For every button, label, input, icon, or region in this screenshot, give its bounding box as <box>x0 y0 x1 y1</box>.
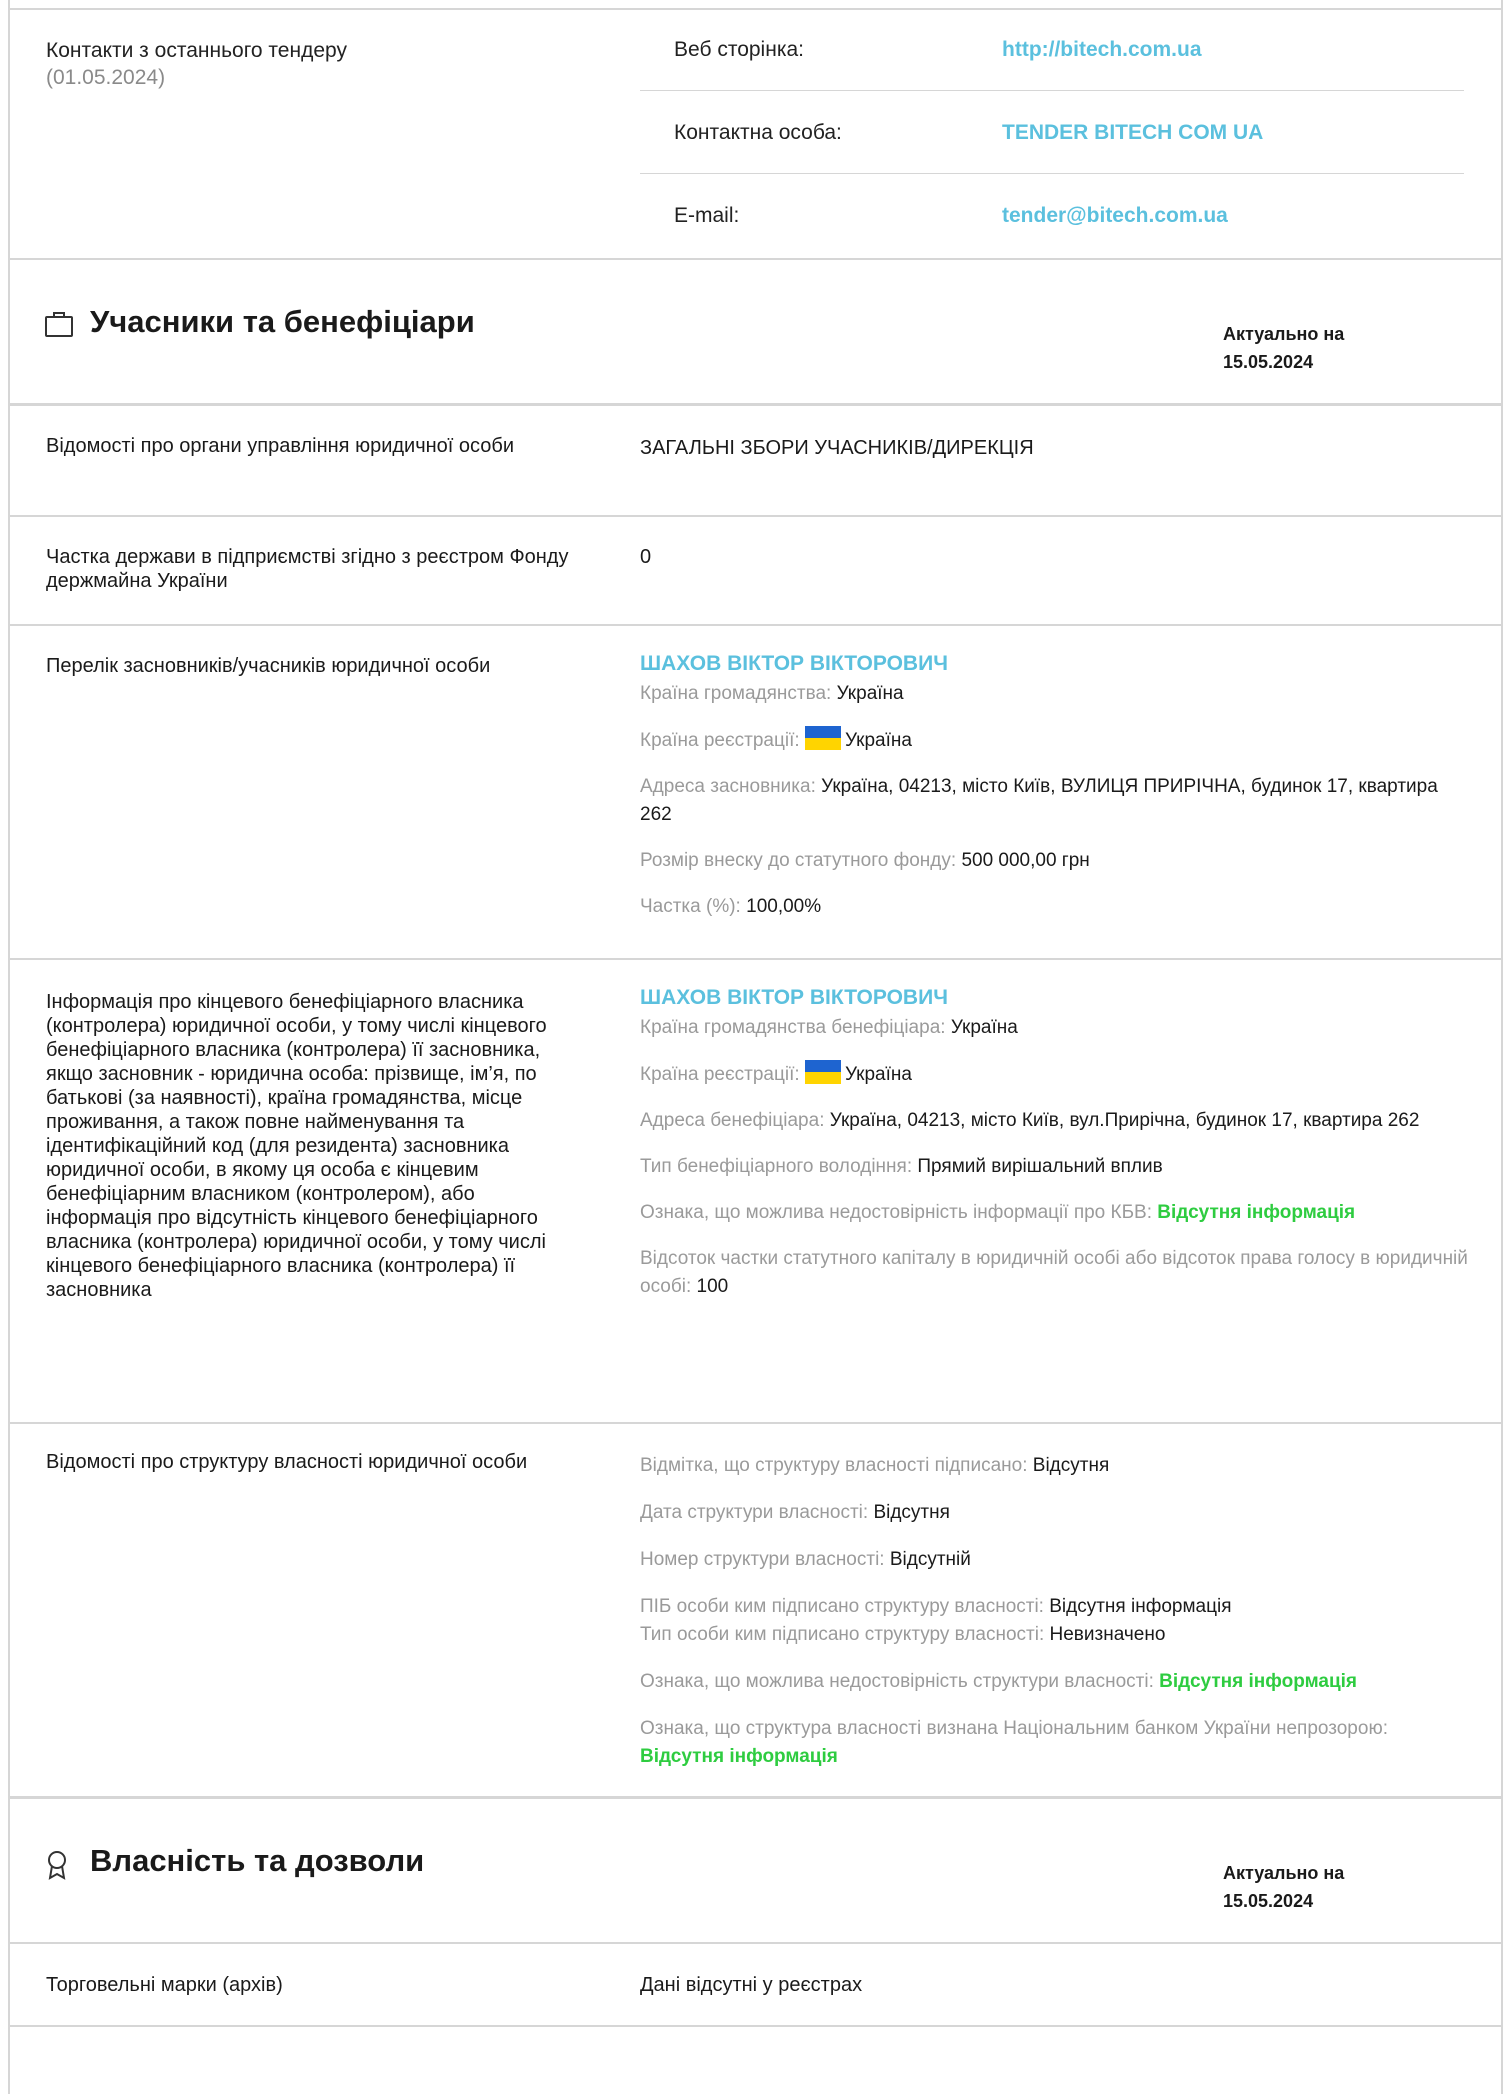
ownership-unreliable: Ознака, що можлива недостовірність струк… <box>640 1671 1357 1692</box>
founder-citizenship: Країна громадянства: Україна <box>640 683 904 704</box>
ownership-signer: ПІБ особи ким підписано структуру власно… <box>640 1596 1232 1617</box>
ownership-details: Відмітка, що структуру власності підписа… <box>640 1452 1470 1771</box>
actual-label: Актуально на <box>1223 324 1345 344</box>
row-label: Торговельні марки (архів) <box>46 1974 283 1996</box>
contact-key: Веб сторінка: <box>674 38 804 61</box>
contacts-date: (01.05.2024) <box>46 66 166 89</box>
email-link[interactable]: tender@bitech.com.ua <box>1002 204 1228 228</box>
beneficiary-address: Адреса бенефіціара: Україна, 04213, міст… <box>640 1110 1420 1131</box>
contact-row-person: Контактна особа: TENDER BITECH COM UA <box>640 90 1464 173</box>
beneficiary-row: Інформація про кінцевого бенефіціарного … <box>10 960 1501 1424</box>
beneficiary-details: ШАХОВ ВІКТОР ВІКТОРОВИЧ Країна громадянс… <box>640 986 1470 1301</box>
row-value: Дані відсутні у реєстрах <box>640 1974 863 1996</box>
briefcase-icon <box>44 310 74 343</box>
ownership-date: Дата структури власності: Відсутня <box>640 1502 950 1523</box>
contact-person-link[interactable]: TENDER BITECH COM UA <box>1002 121 1263 145</box>
contact-row-website: Веб сторінка: http://bitech.com.ua <box>640 8 1464 90</box>
row-label: Відомості про структуру власності юридич… <box>46 1451 528 1473</box>
row-label: Відомості про органи управління юридично… <box>46 435 515 457</box>
contacts-section: Контакти з останнього тендеру (01.05.202… <box>10 8 1501 260</box>
founders-row: Перелік засновників/учасників юридичної … <box>10 626 1501 960</box>
row-value: ЗАГАЛЬНІ ЗБОРИ УЧАСНИКІВ/ДИРЕКЦІЯ <box>640 437 1034 459</box>
actual-date: 15.05.2024 <box>1223 1891 1314 1911</box>
contacts-label: Контакти з останнього тендеру (01.05.202… <box>46 37 347 91</box>
contacts-title: Контакти з останнього тендеру <box>46 39 347 62</box>
ukraine-flag-icon <box>804 726 841 750</box>
founder-registration: Країна реєстрації: Україна <box>640 726 1470 755</box>
section-title: Учасники та бенефіціари <box>90 304 475 339</box>
row-value: 0 <box>640 546 652 568</box>
contact-row-email: E-mail: tender@bitech.com.ua <box>640 173 1464 256</box>
row-label: Частка держави в підприємстві згідно з р… <box>46 546 569 592</box>
actual-date: 15.05.2024 <box>1223 352 1314 372</box>
trademarks-row: Торговельні марки (архів) Дані відсутні … <box>10 1943 1501 2027</box>
beneficiary-percent: Відсоток частки статутного капіталу в юр… <box>640 1248 1468 1297</box>
founder-address: Адреса засновника: Україна, 04213, місто… <box>640 776 1438 825</box>
beneficiary-registration: Країна реєстрації: Україна <box>640 1060 1470 1089</box>
participants-header: Учасники та бенефіціари Актуально на 15.… <box>10 260 1501 406</box>
row-label: Перелік засновників/учасників юридичної … <box>46 655 491 677</box>
founder-share: Частка (%): 100,00% <box>640 896 822 917</box>
beneficiary-name-link[interactable]: ШАХОВ ВІКТОР ВІКТОРОВИЧ <box>640 986 1470 1010</box>
row-label: Інформація про кінцевого бенефіціарного … <box>46 991 547 1301</box>
ownership-opaque: Ознака, що структура власності визнана Н… <box>640 1718 1388 1767</box>
property-header: Власність та дозволи Актуально на 15.05.… <box>10 1799 1501 1944</box>
founder-details: ШАХОВ ВІКТОР ВІКТОРОВИЧ Країна громадянс… <box>640 652 1470 921</box>
beneficiary-type: Тип бенефіціарного володіння: Прямий вир… <box>640 1156 1163 1177</box>
ownership-row: Відомості про структуру власності юридич… <box>10 1424 1501 1799</box>
beneficiary-citizenship: Країна громадянства бенефіціара: Україна <box>640 1017 1018 1038</box>
ukraine-flag-icon <box>804 1060 841 1084</box>
website-link[interactable]: http://bitech.com.ua <box>1002 38 1202 62</box>
section-title: Власність та дозволи <box>90 1843 425 1878</box>
company-page: Контакти з останнього тендеру (01.05.202… <box>8 0 1503 2094</box>
state-share-row: Частка держави в підприємстві згідно з р… <box>10 517 1501 626</box>
actual-date-block: Актуально на 15.05.2024 <box>1223 1859 1344 1915</box>
beneficiary-unreliable: Ознака, що можлива недостовірність інфор… <box>640 1202 1356 1223</box>
actual-date-block: Актуально на 15.05.2024 <box>1223 320 1344 376</box>
founder-name-link[interactable]: ШАХОВ ВІКТОР ВІКТОРОВИЧ <box>640 652 1470 676</box>
ownership-signed: Відмітка, що структуру власності підписа… <box>640 1455 1110 1476</box>
ownership-signer-type: Тип особи ким підписано структуру власно… <box>640 1624 1166 1645</box>
founder-contribution: Розмір внеску до статутного фонду: 500 0… <box>640 850 1090 871</box>
ownership-number: Номер структури власності: Відсутній <box>640 1549 971 1570</box>
management-row: Відомості про органи управління юридично… <box>10 406 1501 517</box>
actual-label: Актуально на <box>1223 1863 1345 1883</box>
contacts-rows: Веб сторінка: http://bitech.com.ua Конта… <box>640 8 1464 256</box>
award-icon <box>44 1849 70 1886</box>
contact-key: E-mail: <box>674 204 740 227</box>
contact-key: Контактна особа: <box>674 121 842 144</box>
